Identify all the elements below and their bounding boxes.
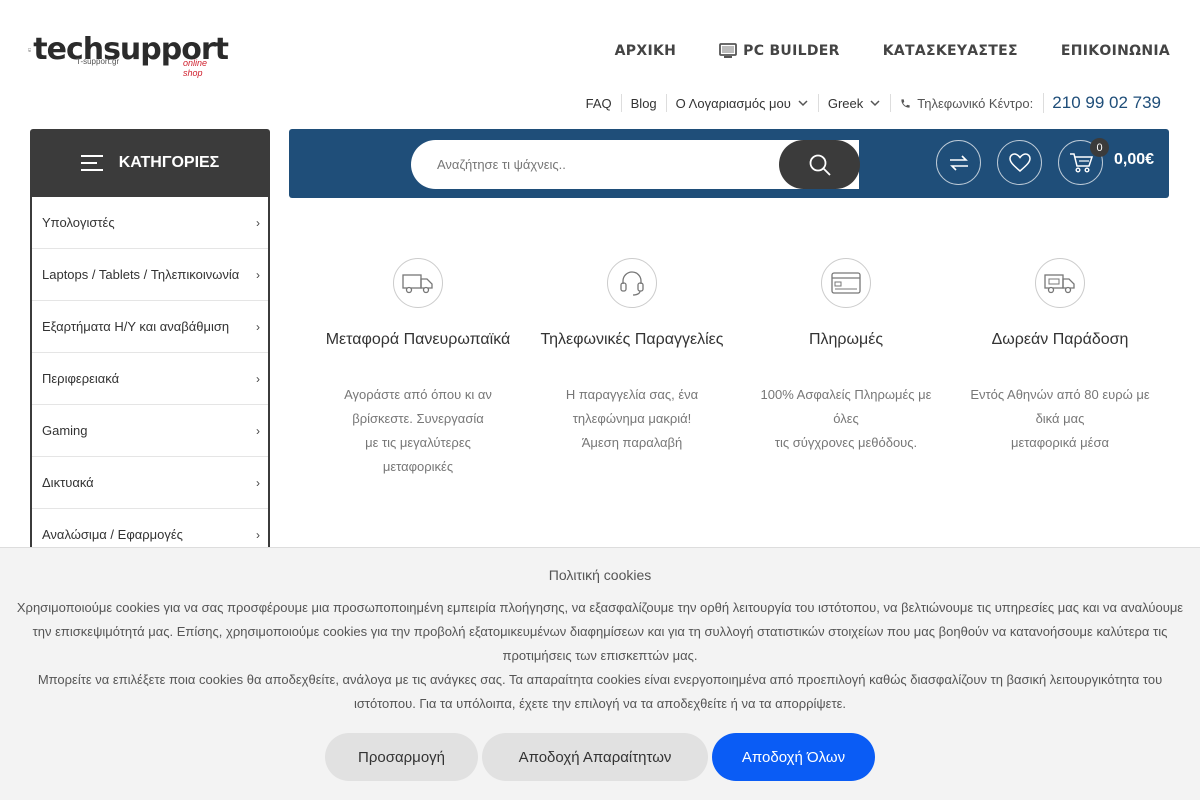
credit-card-icon: [821, 258, 871, 308]
feature-payments: Πληρωμές 100% Ασφαλείς Πληρωμές με όλες …: [746, 258, 946, 455]
cart-icon: [1069, 152, 1093, 173]
heart-icon: [1008, 152, 1031, 172]
feature-description: Εντός Αθηνών από 80 ευρώ με δικά μας μετ…: [970, 387, 1150, 450]
search-button[interactable]: [779, 140, 860, 189]
phone-label: Τηλεφωνικό Κέντρο:: [917, 95, 1034, 111]
customize-cookies-button[interactable]: Προσαρμογή: [325, 733, 478, 781]
categories-title: ΚΑΤΗΓΟΡΙΕΣ: [118, 154, 220, 171]
account-label: Ο Λογαριασμός μου: [675, 95, 791, 111]
feature-title: Τηλεφωνικές Παραγγελίες: [540, 331, 724, 348]
wishlist-button[interactable]: [997, 140, 1042, 185]
category-item[interactable]: Εξαρτήματα Η/Υ και αναβάθμιση ›: [32, 301, 268, 353]
search-bar: 0 0,00€: [289, 129, 1169, 198]
compare-button[interactable]: [936, 140, 981, 185]
feature-free-delivery: Δωρεάν Παράδοση Εντός Αθηνών από 80 ευρώ…: [960, 258, 1160, 455]
categories-list: Υπολογιστές › Laptops / Tablets / Τηλεπικ…: [30, 197, 270, 561]
language-label: Greek: [827, 95, 864, 111]
category-label: Laptops / Tablets / Τηλεπικοινωνία: [42, 267, 240, 282]
chevron-down-icon: [798, 100, 808, 107]
cart-count-badge: 0: [1090, 138, 1109, 157]
feature-description: 100% Ασφαλείς Πληρωμές με όλες τις σύγχρ…: [760, 387, 932, 450]
category-label: Περιφερειακά: [42, 371, 120, 386]
accept-all-button[interactable]: Αποδοχή Όλων: [712, 733, 875, 781]
nav-contact[interactable]: ΕΠΙΚΟΙΝΩΝΙΑ: [1061, 43, 1170, 59]
chevron-right-icon: ›: [256, 371, 260, 386]
nav-home[interactable]: ΑΡΧΙΚΗ: [615, 43, 676, 59]
category-item[interactable]: Δικτυακά ›: [32, 457, 268, 509]
accept-necessary-button[interactable]: Αποδοχή Απαραίτητων: [482, 733, 708, 781]
blog-label: Blog: [630, 95, 657, 111]
feature-title: Πληρωμές: [808, 331, 884, 348]
nav-pc-builder-label: PC BUILDER: [743, 43, 840, 59]
chevron-right-icon: ›: [256, 319, 260, 334]
delivery-truck-icon: [1035, 258, 1085, 308]
truck-icon: [393, 258, 443, 308]
cookie-banner: Πολιτική cookies Χρησιμοποιούμε cookies …: [0, 547, 1200, 800]
search-icon: [809, 154, 831, 176]
nav-manufacturers-label: ΚΑΤΑΣΚΕΥΑΣΤΕΣ: [882, 43, 1018, 59]
feature-title: Μεταφορά Πανευρωπαϊκά: [325, 331, 511, 348]
nav-pc-builder[interactable]: PC BUILDER: [719, 43, 840, 59]
feature-shipping: Μεταφορά Πανευρωπαϊκά Αγοράστε από όπου …: [318, 258, 518, 479]
cookie-text: Χρησιμοποιούμε cookies για να σας προσφέ…: [15, 596, 1185, 716]
category-item[interactable]: Περιφερειακά ›: [32, 353, 268, 405]
feature-description: Η παραγγελία σας, ένα τηλεφώνημα μακριά!…: [565, 387, 699, 450]
chevron-right-icon: ›: [256, 215, 260, 230]
phone-number[interactable]: 210 99 02 739: [1043, 93, 1161, 113]
language-selector[interactable]: Greek: [819, 94, 892, 112]
category-item[interactable]: Υπολογιστές ›: [32, 197, 268, 249]
page: techsupport T-support.gr online shop ΑΡΧ…: [0, 0, 1200, 800]
nav-home-label: ΑΡΧΙΚΗ: [614, 43, 677, 59]
phone-icon: [901, 98, 910, 108]
headset-icon: [607, 258, 657, 308]
category-label: Αναλώσιμα / Εφαρμογές: [42, 527, 183, 542]
logo-site-name: T-support.gr: [76, 57, 120, 66]
blog-link[interactable]: Blog: [622, 94, 667, 112]
cart-total[interactable]: 0,00€: [1114, 151, 1154, 169]
chevron-down-icon: [870, 100, 880, 107]
account-dropdown[interactable]: Ο Λογαριασμός μου: [667, 94, 819, 112]
cookie-title: Πολιτική cookies: [548, 567, 652, 583]
chevron-right-icon: ›: [256, 423, 260, 438]
nav-contact-label: ΕΠΙΚΟΙΝΩΝΙΑ: [1060, 43, 1170, 59]
chevron-right-icon: ›: [256, 475, 260, 490]
monitor-icon: [719, 43, 738, 58]
chevron-right-icon: ›: [256, 267, 260, 282]
category-item[interactable]: Gaming ›: [32, 405, 268, 457]
cookie-actions: Προσαρμογή Αποδοχή Απαραίτητων Αποδοχή Ό…: [0, 733, 1200, 781]
feature-phone-orders: Τηλεφωνικές Παραγγελίες Η παραγγελία σας…: [532, 258, 732, 455]
compare-icon: [949, 154, 968, 171]
cookie-paragraph: Μπορείτε να επιλέξετε ποια cookies θα απ…: [37, 672, 1163, 711]
chevron-right-icon: ›: [256, 527, 260, 542]
category-label: Υπολογιστές: [42, 215, 115, 230]
logo-tagline: online shop: [183, 58, 208, 78]
categories-header[interactable]: ΚΑΤΗΓΟΡΙΕΣ: [30, 129, 270, 197]
site-logo[interactable]: techsupport T-support.gr online shop: [28, 26, 229, 78]
utility-bar: FAQ Blog Ο Λογαριασμός μου Greek Τηλεφων…: [577, 92, 1170, 114]
faq-link[interactable]: FAQ: [577, 94, 622, 112]
menu-icon: [80, 155, 103, 171]
main-navigation: ΑΡΧΙΚΗ PC BUILDER ΚΑΤΑΣΚΕΥΑΣΤΕΣ ΕΠΙΚΟΙΝΩ…: [615, 43, 1170, 59]
faq-label: FAQ: [585, 95, 612, 111]
cookie-paragraph: Χρησιμοποιούμε cookies για να σας προσφέ…: [16, 600, 1184, 663]
feature-description: Αγοράστε από όπου κι αν βρίσκεστε. Συνερ…: [344, 387, 492, 474]
phone-info: Τηλεφωνικό Κέντρο: 210 99 02 739: [891, 93, 1170, 113]
feature-title: Δωρεάν Παράδοση: [991, 331, 1129, 348]
category-item[interactable]: Laptops / Tablets / Τηλεπικοινωνία ›: [32, 249, 268, 301]
category-label: Εξαρτήματα Η/Υ και αναβάθμιση: [42, 319, 230, 334]
category-label: Gaming: [42, 423, 88, 438]
category-label: Δικτυακά: [42, 475, 94, 490]
nav-manufacturers[interactable]: ΚΑΤΑΣΚΕΥΑΣΤΕΣ: [883, 43, 1018, 59]
monitor-logo-icon: [28, 48, 32, 52]
